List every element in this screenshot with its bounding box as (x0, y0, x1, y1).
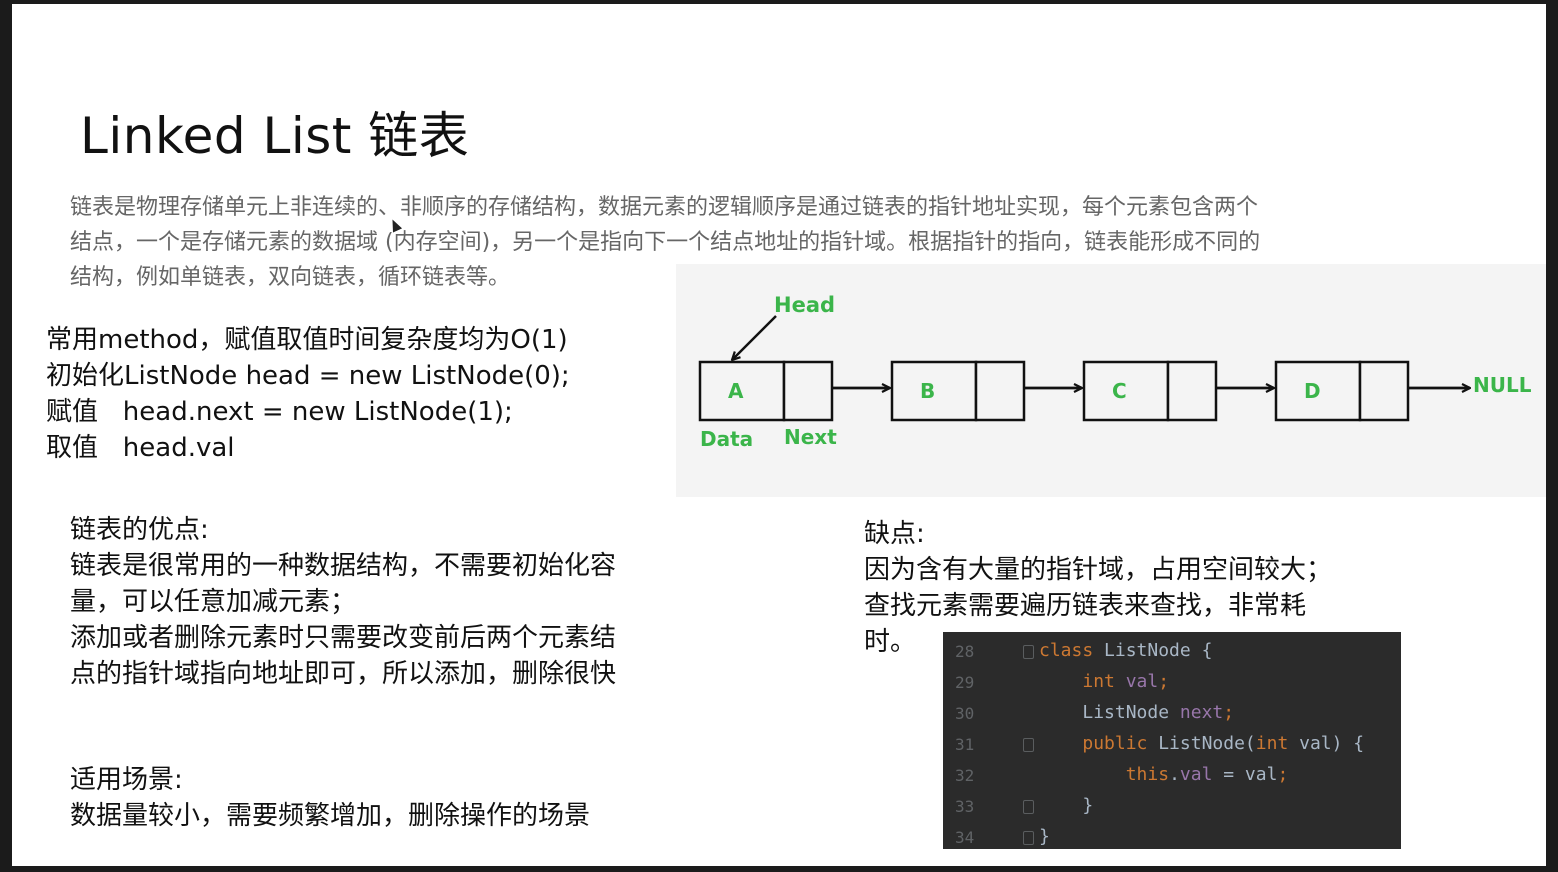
fold-marker-icon[interactable] (1023, 800, 1034, 814)
fold-marker-icon[interactable] (1023, 738, 1034, 752)
node-next-cell (974, 360, 1026, 422)
code-text: } (1039, 826, 1050, 847)
next-label: Next (784, 425, 837, 449)
line-number: 29 (955, 673, 975, 692)
pros-line: 量，可以任意加减元素； (70, 587, 357, 617)
cons-line: 因为含有大量的指针域，占用空间较大； (864, 555, 1333, 585)
fold-marker-icon[interactable] (1023, 831, 1034, 845)
node-next-cell (1358, 360, 1410, 422)
intro-line: 链表是物理存储单元上非连续的、非顺序的存储结构，数据元素的逻辑顺序是通过链表的指… (70, 195, 1259, 220)
head-label: Head (774, 293, 835, 317)
code-line: 34} (943, 822, 1401, 853)
usage-line: 数据量较小，需要频繁增加，删除操作的场景 (70, 801, 591, 831)
slide: Linked List 链表 链表是物理存储单元上非连续的、非顺序的存储结构，数… (12, 4, 1546, 866)
slide-title: Linked List 链表 (80, 107, 470, 165)
linked-list-diagram: A B C D Head Data Next NULL (676, 264, 1546, 497)
usage-block: 适用场景: 数据量较小，需要频繁增加，删除操作的场景 (70, 762, 590, 834)
null-label: NULL (1473, 373, 1532, 397)
line-number: 32 (955, 766, 975, 785)
intro-line: 结点，一个是存储元素的数据域 (内存空间)，另一个是指向下一个结点地址的指针域。… (70, 230, 1261, 255)
data-label: Data (700, 427, 753, 451)
methods-line: 取值 head.val (46, 433, 235, 463)
head-pointer-arrow (732, 315, 777, 360)
line-number: 30 (955, 704, 975, 723)
pros-line: 添加或者删除元素时只需要改变前后两个元素结 (70, 623, 617, 653)
methods-block: 常用method，赋值取值时间复杂度均为O(1) 初始化ListNode hea… (46, 322, 570, 466)
line-number: 28 (955, 642, 975, 661)
pros-line: 链表的优点: (70, 515, 209, 545)
code-snippet: 28 class ListNode {29 int val; 30 ListNode… (943, 632, 1401, 849)
code-line: 33 } (943, 791, 1401, 822)
code-text: this.val = val; (1125, 764, 1289, 785)
code-text: } (1039, 795, 1094, 816)
node-label: D (1304, 379, 1321, 403)
line-number: 34 (955, 828, 975, 847)
line-number: 31 (955, 735, 975, 754)
methods-line: 常用method，赋值取值时间复杂度均为O(1) (46, 325, 568, 355)
line-number: 33 (955, 797, 975, 816)
usage-line: 适用场景: (70, 765, 183, 795)
cons-line: 查找元素需要遍历链表来查找，非常耗 (864, 591, 1307, 621)
code-line: 30 ListNode next; (943, 698, 1401, 729)
code-text: int val; (1082, 671, 1170, 692)
code-text: class ListNode { (1039, 640, 1213, 661)
node-next-cell (1166, 360, 1218, 422)
node-label: C (1112, 379, 1127, 403)
cons-line: 缺点: (864, 519, 925, 549)
methods-line: 初始化ListNode head = new ListNode(0); (46, 361, 570, 391)
code-line: 29 int val; (943, 667, 1401, 698)
node-label: A (728, 379, 744, 403)
code-text: public ListNode(int val) { (1082, 733, 1365, 754)
code-text: ListNode next; (1082, 702, 1235, 723)
pros-line: 链表是很常用的一种数据结构，不需要初始化容 (70, 551, 617, 581)
code-line: 31 public ListNode(int val) { (943, 729, 1401, 760)
pros-line: 点的指针域指向地址即可，所以添加，删除很快 (70, 659, 617, 689)
methods-line: 赋值 head.next = new ListNode(1); (46, 397, 513, 427)
code-line: 28 class ListNode { (943, 636, 1401, 667)
pros-block: 链表的优点: 链表是很常用的一种数据结构，不需要初始化容 量，可以任意加减元素；… (70, 512, 730, 692)
linked-list-svg: A B C D Head Data Next NULL (698, 293, 1532, 451)
fold-marker-icon[interactable] (1023, 645, 1034, 659)
node-label: B (920, 379, 935, 403)
code-line: 32 this.val = val; (943, 760, 1401, 791)
node-next-cell (782, 360, 834, 422)
